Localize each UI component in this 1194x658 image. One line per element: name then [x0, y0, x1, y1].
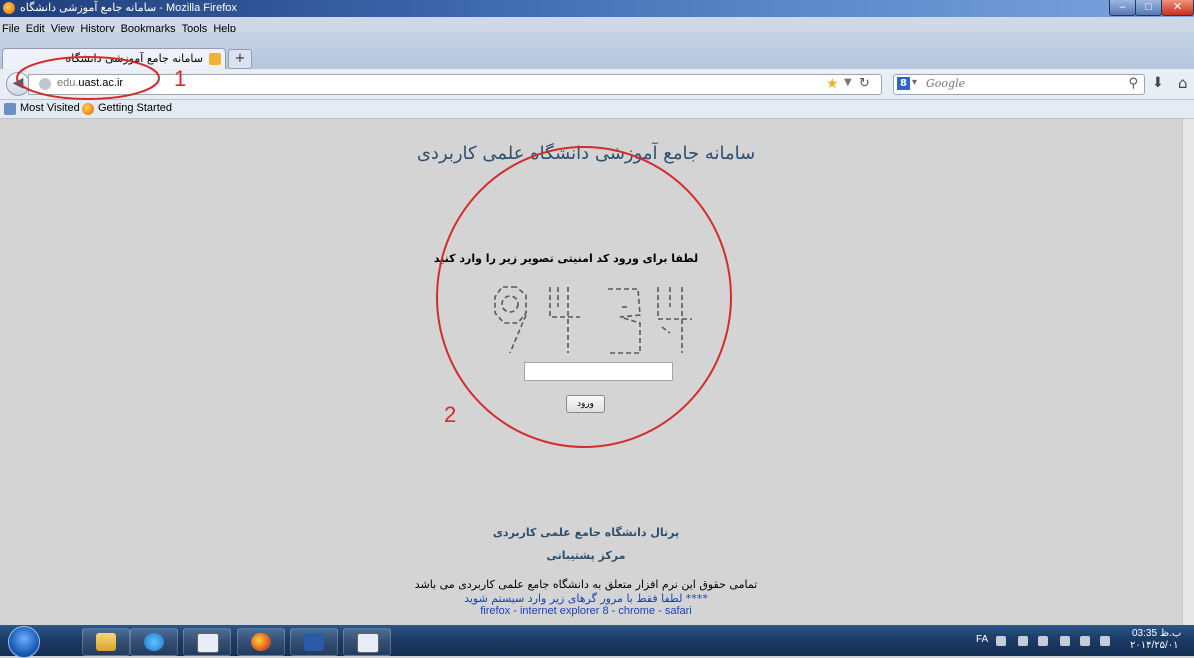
- window-title: سامانه جامع آموزشی دانشگاه - Mozilla Fir…: [20, 2, 237, 14]
- keyboard-icon[interactable]: [996, 636, 1006, 646]
- support-link[interactable]: مرکز پشتیبانی: [380, 549, 792, 562]
- bookmark-getting-started[interactable]: Getting Started: [98, 102, 172, 114]
- flag-icon[interactable]: [1080, 636, 1090, 646]
- taskbar-word-button[interactable]: [290, 628, 338, 656]
- search-bar[interactable]: 8 ▾ ⚲: [893, 74, 1145, 95]
- taskbar-ie-button[interactable]: [130, 628, 178, 656]
- google-icon[interactable]: 8: [897, 77, 910, 90]
- annotation-circle-1: [16, 56, 160, 100]
- search-icon[interactable]: ⚲: [1128, 76, 1138, 91]
- bookmark-most-visited[interactable]: Most Visited: [20, 102, 80, 114]
- chevron-up-icon[interactable]: [1018, 636, 1028, 646]
- clock-date[interactable]: ۲۰۱۴/۲۵/۰۱: [1130, 640, 1179, 651]
- taskbar-firefox-button[interactable]: [237, 628, 285, 656]
- maximize-button[interactable]: □: [1135, 0, 1162, 16]
- home-icon[interactable]: ⌂: [1178, 74, 1188, 92]
- download-icon[interactable]: ⬇: [1152, 75, 1164, 91]
- calculator-icon: [357, 633, 379, 653]
- bookmarks-bar: Most Visited Getting Started: [0, 100, 1194, 119]
- folder-icon: [96, 633, 116, 651]
- taskbar-calculator-2-button[interactable]: [343, 628, 391, 656]
- network-icon[interactable]: [1060, 636, 1070, 646]
- reload-icon[interactable]: ↻: [859, 76, 870, 91]
- taskbar: FA 03:35 ب.ظ ۲۰۱۴/۲۵/۰۱: [0, 625, 1194, 658]
- browser-list: firefox - internet explorer 8 - chrome -…: [480, 605, 692, 617]
- menubar: File Edit View History Bookmarks Tools Help: [0, 17, 1194, 35]
- window-titlebar: سامانه جامع آموزشی دانشگاه - Mozilla Fir…: [0, 0, 1194, 17]
- close-button[interactable]: ✕: [1161, 0, 1194, 16]
- tab-favicon-icon: [209, 53, 221, 65]
- annotation-label-2: 2: [444, 402, 457, 427]
- copyright-text: تمامی حقوق این نرم افزار متعلق به دانشگا…: [414, 578, 758, 591]
- minimize-button[interactable]: –: [1109, 0, 1136, 16]
- bookmark-folder-icon: [4, 103, 16, 115]
- calculator-icon: [197, 633, 219, 653]
- firefox-icon: [251, 633, 271, 651]
- firefox-icon: [3, 2, 15, 14]
- browser-note: **** لطفا فقط با مرور گرهای زیر وارد سیس…: [464, 592, 708, 605]
- new-tab-button[interactable]: +: [228, 49, 252, 69]
- language-indicator[interactable]: FA: [976, 634, 988, 645]
- annotation-circle-2: [436, 146, 732, 448]
- system-tray: FA 03:35 ب.ظ ۲۰۱۴/۲۵/۰۱: [972, 628, 1194, 652]
- annotation-label-1: 1: [174, 66, 187, 91]
- taskbar-explorer-button[interactable]: [82, 628, 130, 656]
- firefox-icon: [82, 103, 94, 115]
- internet-explorer-icon: [144, 633, 164, 651]
- start-button[interactable]: [8, 626, 40, 658]
- taskbar-calculator-button[interactable]: [183, 628, 231, 656]
- clock-time[interactable]: 03:35 ب.ظ: [1132, 628, 1181, 639]
- star-icon[interactable]: ★: [826, 76, 839, 92]
- chevron-down-icon[interactable]: ▾: [912, 77, 917, 88]
- word-icon: [304, 633, 324, 651]
- dropdown-icon[interactable]: ▼: [844, 77, 852, 88]
- search-input[interactable]: [924, 76, 1108, 91]
- vertical-scrollbar[interactable]: [1182, 119, 1194, 625]
- volume-icon[interactable]: [1038, 636, 1048, 646]
- tab-bar: سامانه جامع آموزشی دانشگاه +: [0, 32, 1194, 69]
- signal-icon[interactable]: [1100, 636, 1110, 646]
- portal-link[interactable]: پرتال دانشگاه جامع علمی کاربردی: [380, 526, 792, 539]
